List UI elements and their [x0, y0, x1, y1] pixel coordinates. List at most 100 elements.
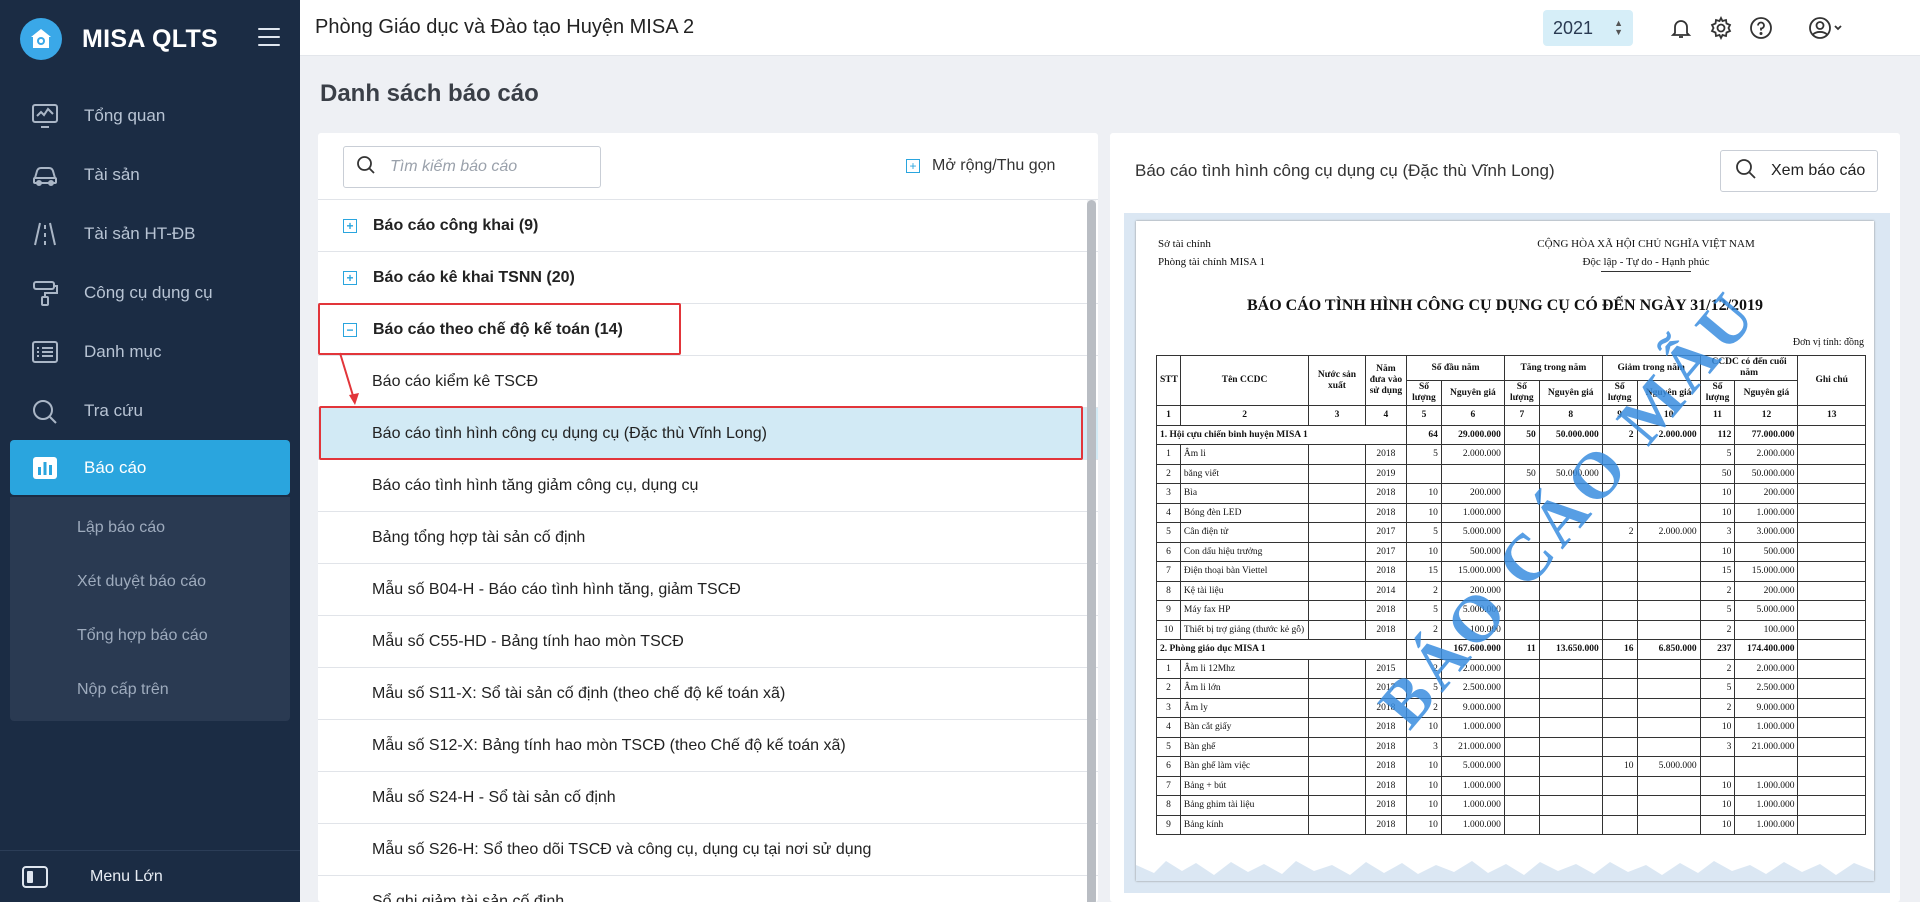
sidebar-item-bao-cao[interactable]: Báo cáo	[10, 440, 290, 495]
gear-icon[interactable]	[1708, 15, 1734, 41]
list-item[interactable]: Mẫu số S12-X: Bảng tính hao mòn TSCĐ (th…	[318, 719, 1098, 771]
table-cell: 2018	[1364, 814, 1408, 835]
table-cell	[1538, 697, 1603, 718]
list-item[interactable]: Mẫu số C55-HD - Bảng tính hao mòn TSCĐ	[318, 615, 1098, 667]
paint-roller-icon	[30, 278, 60, 308]
table-cell: 5	[1699, 444, 1736, 465]
table-cell: 2	[1699, 697, 1736, 718]
sidebar-item-cong-cu-dung-cu[interactable]: Công cụ dụng cụ	[0, 263, 300, 322]
table-cell	[1308, 795, 1366, 816]
menu-size-toggle[interactable]: Menu Lớn	[0, 850, 300, 902]
table-cell: 10	[1406, 814, 1442, 835]
table-cell: 2	[1156, 678, 1181, 699]
list-item[interactable]: Báo cáo kiểm kê TSCĐ	[318, 355, 1098, 407]
sidebar-toggle-icon	[22, 865, 48, 888]
expand-collapse-button[interactable]: + Mở rộng/Thu gọn	[906, 157, 1055, 175]
table-cell: 10	[1699, 502, 1736, 523]
table-cell	[1308, 483, 1366, 504]
th-ten: Tên CCDC	[1179, 355, 1310, 406]
table-cell: Con dấu hiệu trưởng	[1179, 541, 1310, 562]
list-item[interactable]: Mẫu số S11-X: Sổ tài sản cố định (theo c…	[318, 667, 1098, 719]
table-cell	[1797, 483, 1866, 504]
report-list-panel: + Mở rộng/Thu gọn + Báo cáo công khai (9…	[318, 133, 1098, 902]
sidebar-item-tong-quan[interactable]: Tổng quan	[0, 86, 300, 145]
table-cell	[1601, 678, 1638, 699]
table-cell: Bìa	[1179, 483, 1310, 504]
table-cell: 200.000	[1734, 483, 1799, 504]
table-cell: 13.650.000	[1538, 639, 1603, 660]
tree-group-bao-cao-che-do-ke-toan[interactable]: − Báo cáo theo chế độ kế toán (14)	[318, 303, 1098, 355]
col-number-cell: 11	[1699, 405, 1736, 426]
year-select[interactable]: 2021 ▲ ▼	[1543, 10, 1633, 46]
col-number-cell: 12	[1734, 405, 1799, 426]
col-number-cell: 13	[1797, 405, 1866, 426]
table-cell: 2018	[1364, 736, 1408, 757]
sidebar-subitem-tong-hop-bao-cao[interactable]: Tổng hợp báo cáo	[10, 609, 290, 663]
table-cell: 2.500.000	[1734, 678, 1799, 699]
table-row: 2 Âm li lớn 2017 5 2.500.000 5 2.500.000	[1156, 678, 1866, 699]
sidebar-item-tai-san[interactable]: Tài sản	[0, 145, 300, 204]
sidebar-item-tra-cuu[interactable]: Tra cứu	[0, 381, 300, 440]
list-item[interactable]: Sổ ghi giảm tài sản cố định	[318, 875, 1098, 902]
list-item-selected[interactable]: Báo cáo tình hình công cụ dụng cụ (Đặc t…	[318, 407, 1098, 459]
sidebar-subitem-lap-bao-cao[interactable]: Lập báo cáo	[10, 501, 290, 555]
table-cell	[1503, 736, 1540, 757]
table-cell: 112	[1699, 424, 1736, 445]
table-cell	[1503, 658, 1540, 679]
expand-icon[interactable]: +	[343, 270, 357, 285]
list-item[interactable]: Mẫu số S24-H - Sổ tài sản cố định	[318, 771, 1098, 823]
table-cell	[1636, 619, 1701, 640]
search-box	[343, 146, 601, 188]
user-account-icon[interactable]	[1806, 15, 1846, 41]
search-input[interactable]	[388, 157, 588, 177]
list-item[interactable]: Bảng tổng hợp tài sản cố định	[318, 511, 1098, 563]
table-cell: 21.000.000	[1734, 736, 1799, 757]
list-item[interactable]: Mẫu số B04-H - Báo cáo tình hình tăng, g…	[318, 563, 1098, 615]
scrollbar-thumb[interactable]	[1087, 200, 1096, 902]
table-cell: 200.000	[1734, 580, 1799, 601]
table-cell	[1538, 736, 1603, 757]
list-item[interactable]: Báo cáo tình hình tăng giảm công cụ, dụn…	[318, 459, 1098, 511]
table-cell: 1.000.000	[1440, 775, 1505, 796]
doc-org-line1: Sở tài chính	[1158, 238, 1211, 250]
sidebar-subnav: Lập báo cáo Xét duyệt báo cáo Tổng hợp b…	[10, 497, 290, 721]
table-cell	[1734, 756, 1799, 777]
sidebar-nav: Tổng quan Tài sản Tài sản HT-ĐB Công cụ …	[0, 86, 300, 721]
table-cell: 6	[1156, 756, 1181, 777]
preview-title: Báo cáo tình hình công cụ dụng cụ (Đặc t…	[1135, 161, 1555, 180]
collapse-icon[interactable]: −	[343, 322, 357, 337]
sidebar-item-danh-muc[interactable]: Danh mục	[0, 322, 300, 381]
sidebar-item-tai-san-ht-db[interactable]: Tài sản HT-ĐB	[0, 204, 300, 263]
table-cell	[1308, 600, 1366, 621]
table-cell: 5	[1156, 736, 1181, 757]
table-cell: Bảng + bút	[1179, 775, 1310, 796]
tree-group-bao-cao-cong-khai[interactable]: + Báo cáo công khai (9)	[318, 199, 1098, 251]
bell-icon[interactable]	[1668, 15, 1694, 41]
table-cell: 2	[1699, 580, 1736, 601]
sidebar-subitem-xet-duyet-bao-cao[interactable]: Xét duyệt báo cáo	[10, 555, 290, 609]
sidebar-subitem-nop-cap-tren[interactable]: Nộp cấp trên	[10, 663, 290, 717]
help-icon[interactable]	[1748, 15, 1774, 41]
th-stt: STT	[1156, 355, 1181, 406]
list-item[interactable]: Mẫu số S26-H: Sổ theo dõi TSCĐ và công c…	[318, 823, 1098, 875]
sidebar-item-label: Tổng quan	[84, 105, 166, 125]
table-cell	[1308, 619, 1366, 640]
expand-icon[interactable]: +	[343, 218, 357, 233]
table-cell: 8	[1156, 580, 1181, 601]
table-cell	[1797, 639, 1866, 660]
table-cell: 2018	[1364, 444, 1408, 465]
view-report-button[interactable]: Xem báo cáo	[1720, 150, 1878, 192]
table-cell: 21.000.000	[1440, 736, 1505, 757]
table-cell	[1601, 775, 1638, 796]
table-cell: 2018	[1364, 600, 1408, 621]
table-cell: Bàn ghế làm việc	[1179, 756, 1310, 777]
tree-group-bao-cao-ke-khai-tsnn[interactable]: + Báo cáo kê khai TSNN (20)	[318, 251, 1098, 303]
list-scrollbar[interactable]	[1087, 200, 1096, 902]
hamburger-menu-icon[interactable]	[258, 28, 280, 46]
table-cell	[1601, 541, 1638, 562]
table-cell: 10	[1699, 775, 1736, 796]
table-cell	[1308, 717, 1366, 738]
table-cell: 500.000	[1734, 541, 1799, 562]
th-nam: Năm đưa vào sử dụng	[1364, 355, 1408, 406]
table-cell: 77.000.000	[1734, 424, 1799, 445]
